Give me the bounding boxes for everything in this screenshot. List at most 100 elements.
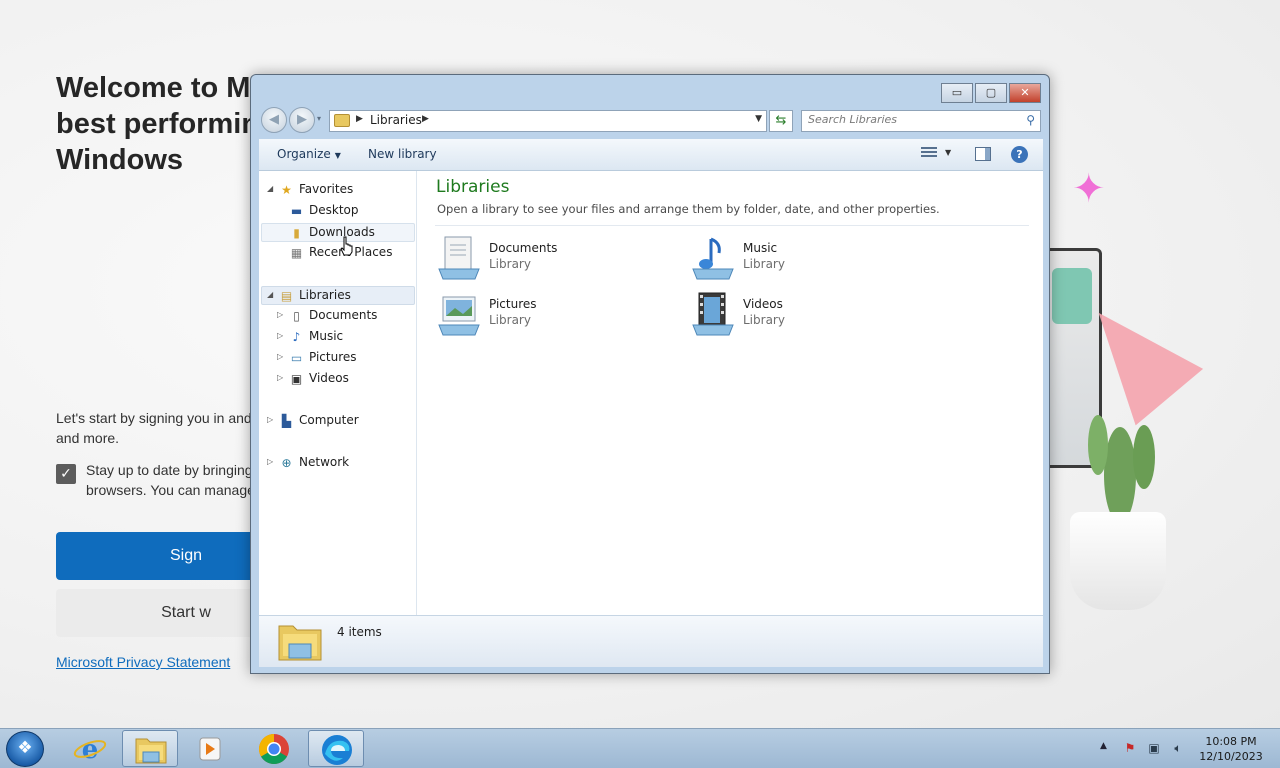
taskbar-media-player[interactable] bbox=[182, 730, 238, 767]
collapsed-arrow-icon[interactable]: ▷ bbox=[267, 457, 273, 466]
change-view-icon[interactable] bbox=[921, 147, 937, 161]
start-button[interactable] bbox=[6, 731, 44, 767]
documents-library-icon bbox=[438, 236, 480, 280]
chevron-right-icon[interactable]: ▶ bbox=[422, 114, 429, 124]
media-player-icon bbox=[199, 737, 221, 761]
network-icon: ⊕ bbox=[281, 456, 292, 470]
action-center-flag-icon[interactable]: ⚑ bbox=[1122, 740, 1138, 756]
clock-time: 10:08 PM bbox=[1205, 735, 1257, 748]
system-clock[interactable]: 10:08 PM 12/10/2023 bbox=[1196, 734, 1266, 764]
volume-muted-icon[interactable]: 🔈︎ bbox=[1170, 740, 1186, 756]
library-item-documents[interactable]: Documents Library bbox=[435, 233, 675, 285]
tree-item-favorites[interactable]: ◢ ★ Favorites bbox=[261, 181, 415, 200]
clock-date: 12/10/2023 bbox=[1199, 750, 1263, 763]
window-controls: ▭ ▢ ✕ bbox=[941, 83, 1041, 103]
tree-item-network[interactable]: ▷ ⊕ Network bbox=[261, 454, 415, 473]
organize-button[interactable]: Organize ▼ bbox=[277, 147, 341, 161]
hand-cursor-icon bbox=[340, 236, 353, 256]
tree-item-documents[interactable]: ▷ ▯ Documents bbox=[261, 307, 415, 326]
tree-label-videos: Videos bbox=[309, 371, 349, 385]
view-options-dropdown-icon[interactable]: ▼ bbox=[945, 148, 951, 157]
pictures-icon: ▭ bbox=[290, 351, 303, 365]
preview-pane-icon[interactable] bbox=[975, 147, 991, 161]
tree-item-libraries[interactable]: ◢ ▤ Libraries bbox=[261, 286, 415, 305]
downloads-folder-icon: ▮ bbox=[293, 226, 300, 240]
taskbar-microsoft-edge[interactable] bbox=[308, 730, 364, 767]
tree-label-libraries: Libraries bbox=[299, 288, 351, 302]
search-input[interactable] bbox=[808, 113, 1008, 126]
chrome-icon bbox=[258, 734, 289, 765]
forward-button[interactable]: ▶ bbox=[289, 107, 315, 133]
address-dropdown-icon[interactable]: ▼ bbox=[755, 114, 762, 124]
item-count: 4 items bbox=[337, 625, 382, 639]
tree-label-documents: Documents bbox=[309, 308, 378, 322]
library-name: Documents bbox=[489, 241, 558, 255]
collapsed-arrow-icon[interactable]: ▷ bbox=[277, 373, 283, 382]
chevron-down-icon: ▼ bbox=[334, 151, 341, 160]
libraries-icon: ▤ bbox=[280, 289, 293, 303]
sync-checkbox[interactable]: ✓ bbox=[56, 464, 76, 484]
collapsed-arrow-icon[interactable]: ▷ bbox=[277, 352, 283, 361]
library-type: Library bbox=[743, 313, 785, 327]
music-icon: ♪ bbox=[292, 330, 301, 344]
search-box: ⚲ bbox=[801, 110, 1041, 132]
library-item-videos[interactable]: Videos Library bbox=[689, 289, 929, 341]
address-bar[interactable]: ▶ Libraries ▶ ▼ bbox=[329, 110, 767, 132]
library-item-pictures[interactable]: Pictures Library bbox=[435, 289, 675, 341]
library-item-music[interactable]: Music Library bbox=[689, 233, 929, 285]
minimize-button[interactable]: ▭ bbox=[941, 83, 973, 103]
divider bbox=[435, 225, 1029, 226]
tree-item-computer[interactable]: ▷ ▙ Computer bbox=[261, 412, 415, 431]
network-status-icon[interactable]: ▣ bbox=[1146, 740, 1162, 756]
show-hidden-icons-button[interactable]: ▲ bbox=[1100, 741, 1107, 751]
expanded-arrow-icon[interactable]: ◢ bbox=[267, 290, 273, 299]
details-pane: 4 items bbox=[259, 615, 1043, 667]
desktop-icon: ▬ bbox=[290, 204, 303, 218]
tree-item-downloads[interactable]: ▮ Downloads bbox=[261, 223, 415, 242]
libraries-folder-icon bbox=[334, 114, 350, 127]
library-type: Library bbox=[489, 313, 531, 327]
explorer-folder-icon bbox=[135, 738, 167, 764]
videos-icon: ▣ bbox=[290, 372, 303, 386]
navigation-pane: ◢ ★ Favorites ▬ Desktop ▮ Downloads ▦ Re… bbox=[259, 171, 417, 615]
tree-label-favorites: Favorites bbox=[299, 182, 354, 196]
expanded-arrow-icon[interactable]: ◢ bbox=[267, 184, 273, 193]
tree-item-videos[interactable]: ▷ ▣ Videos bbox=[261, 370, 415, 389]
back-button[interactable]: ◀ bbox=[261, 107, 287, 133]
libraries-folder-icon bbox=[278, 625, 322, 661]
help-icon[interactable]: ? bbox=[1011, 146, 1028, 163]
tree-label-music: Music bbox=[309, 329, 344, 343]
music-library-icon bbox=[692, 237, 734, 280]
recent-places-icon: ▦ bbox=[290, 246, 303, 260]
refresh-icon[interactable]: ⇆ bbox=[769, 110, 793, 132]
collapsed-arrow-icon[interactable]: ▷ bbox=[277, 310, 283, 319]
tree-item-desktop[interactable]: ▬ Desktop bbox=[261, 202, 415, 221]
collapsed-arrow-icon[interactable]: ▷ bbox=[277, 331, 283, 340]
library-type: Library bbox=[489, 257, 531, 271]
taskbar-internet-explorer[interactable]: e bbox=[62, 730, 118, 767]
videos-library-icon bbox=[692, 292, 734, 336]
edge-icon bbox=[322, 735, 352, 765]
internet-explorer-icon: e bbox=[73, 735, 107, 765]
tree-label-pictures: Pictures bbox=[309, 350, 357, 364]
new-library-button[interactable]: New library bbox=[368, 147, 437, 161]
command-bar: Organize ▼ New library ▼ ? bbox=[259, 139, 1043, 171]
svg-text:e: e bbox=[82, 735, 99, 765]
tree-label-network: Network bbox=[299, 455, 350, 469]
recent-pages-button[interactable]: ▾ bbox=[317, 114, 321, 123]
privacy-statement-link[interactable]: Microsoft Privacy Statement bbox=[56, 654, 230, 670]
taskbar-google-chrome[interactable] bbox=[246, 730, 302, 767]
search-icon[interactable]: ⚲ bbox=[1026, 113, 1035, 127]
maximize-button[interactable]: ▢ bbox=[975, 83, 1007, 103]
close-button[interactable]: ✕ bbox=[1009, 83, 1041, 103]
tree-item-recent-places[interactable]: ▦ Recent Places bbox=[261, 244, 415, 263]
chevron-right-icon[interactable]: ▶ bbox=[356, 114, 363, 124]
library-name: Pictures bbox=[489, 297, 537, 311]
cactus-illustration bbox=[1088, 415, 1155, 523]
breadcrumb-libraries[interactable]: Libraries bbox=[370, 113, 422, 127]
tree-item-pictures[interactable]: ▷ ▭ Pictures bbox=[261, 349, 415, 368]
sparkle-icon: ✦ bbox=[1072, 166, 1106, 212]
tree-item-music[interactable]: ▷ ♪ Music bbox=[261, 328, 415, 347]
taskbar-windows-explorer[interactable] bbox=[122, 730, 178, 767]
collapsed-arrow-icon[interactable]: ▷ bbox=[267, 415, 273, 424]
